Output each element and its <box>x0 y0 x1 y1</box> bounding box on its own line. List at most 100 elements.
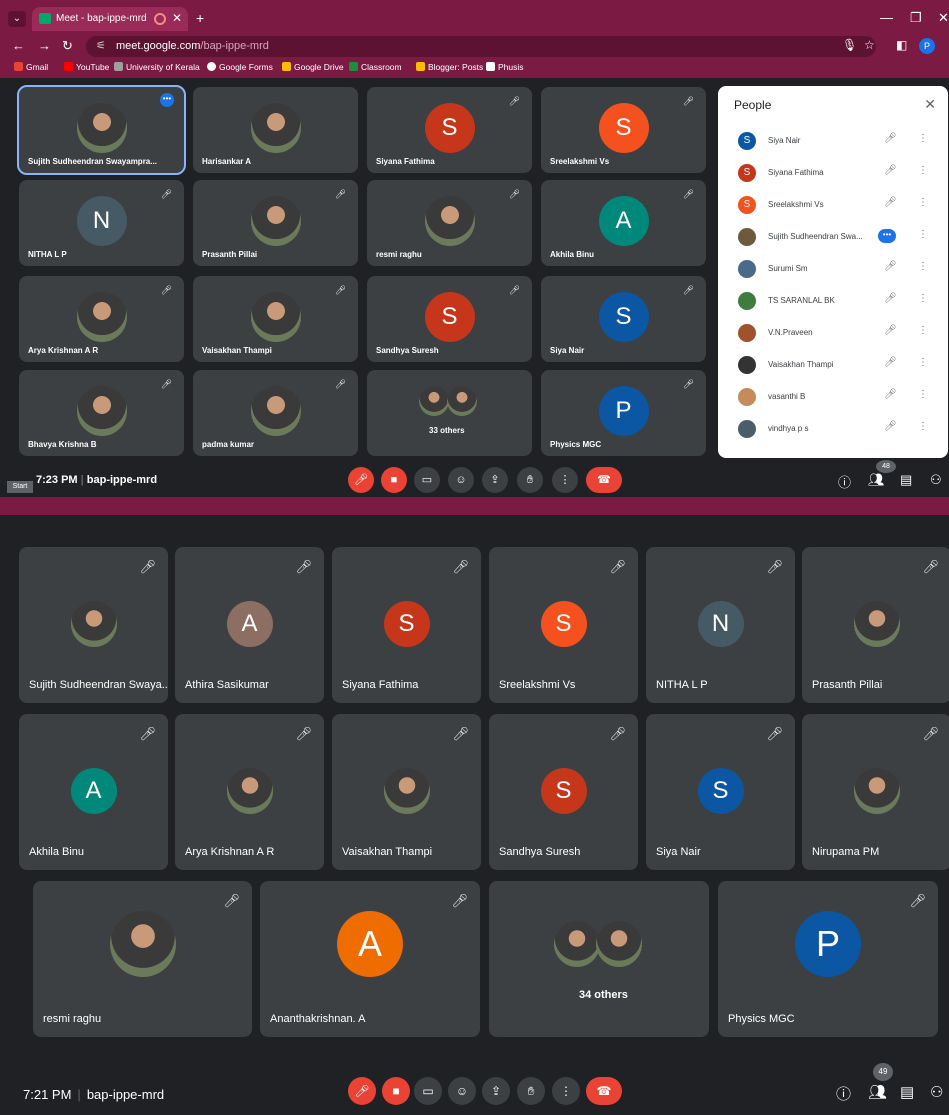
participant-tile-arya-krishnan-a-r[interactable]: Arya Krishnan A R 🎤︎ <box>175 714 324 870</box>
participant-tile-resmi-raghu[interactable]: resmi raghu 🎤︎ <box>367 180 532 266</box>
participant-tile-nitha-l-p[interactable]: N NITHA L P 🎤︎ <box>646 547 795 703</box>
participant-tile-nirupama-pm[interactable]: Nirupama PM 🎤︎ <box>802 714 949 870</box>
raise-hand-icon[interactable]: ✋︎ <box>517 1077 545 1105</box>
more-vert-icon[interactable]: ⋮ <box>918 421 928 432</box>
participant-tile-siyana-fathima[interactable]: S Siyana Fathima 🎤︎ <box>332 547 481 703</box>
more-vert-icon[interactable]: ⋮ <box>918 325 928 336</box>
window-close-icon[interactable]: ✕ <box>938 10 949 26</box>
participant-tile-arya-krishnan-a-r[interactable]: Arya Krishnan A R 🎤︎ <box>19 276 184 362</box>
more-vert-icon[interactable]: ⋮ <box>918 389 928 400</box>
present-icon[interactable]: ⇪ <box>482 467 508 493</box>
activities-icon[interactable]: ⚇ <box>930 1083 943 1101</box>
people-list-item[interactable]: vindhya p s 🎤︎ ⋮ <box>718 414 948 444</box>
bookmark-forms[interactable]: Google Forms <box>207 62 273 72</box>
more-vert-icon[interactable]: ⋮ <box>918 133 928 144</box>
bookmark-classroom[interactable]: Classroom <box>349 62 402 72</box>
more-vert-icon[interactable]: ⋮ <box>918 165 928 176</box>
more-vert-icon[interactable]: ⋮ <box>918 229 928 240</box>
more-options-icon[interactable]: ⋮ <box>552 1077 580 1105</box>
present-icon[interactable]: ⇪ <box>482 1077 510 1105</box>
people-list-item[interactable]: TS SARANLAL BK 🎤︎ ⋮ <box>718 286 948 316</box>
more-options-icon[interactable]: ⋮ <box>552 467 578 493</box>
people-icon[interactable]: 👥︎ <box>868 1083 887 1101</box>
address-bar[interactable]: ⚟ meet.google.com/bap-ippe-mrd <box>86 36 876 57</box>
participant-tile-sandhya-suresh[interactable]: S Sandhya Suresh 🎤︎ <box>367 276 532 362</box>
more-vert-icon[interactable]: ⋮ <box>918 293 928 304</box>
participant-tile-prasanth-pillai[interactable]: Prasanth Pillai 🎤︎ <box>193 180 358 266</box>
back-arrow-icon[interactable]: ← <box>12 38 25 53</box>
participant-tile-34-others[interactable]: 34 others <box>489 881 709 1037</box>
mic-muted-icon[interactable]: 🎤︎ <box>884 197 897 208</box>
participant-tile-sreelakshmi-vs[interactable]: S Sreelakshmi Vs 🎤︎ <box>489 547 638 703</box>
people-list-item[interactable]: S Sreelakshmi Vs 🎤︎ ⋮ <box>718 190 948 220</box>
chat-icon[interactable]: ▤ <box>900 1083 914 1101</box>
bookmark-star-icon[interactable]: ☆ <box>864 38 875 52</box>
participant-tile-akhila-binu[interactable]: A Akhila Binu 🎤︎ <box>541 180 706 266</box>
microphone-indicator-icon[interactable]: 🎙 <box>842 38 857 52</box>
people-list-item[interactable]: S Siyana Fathima 🎤︎ ⋮ <box>718 158 948 188</box>
participant-tile-resmi-raghu[interactable]: resmi raghu 🎤︎ <box>33 881 252 1037</box>
participant-tile-athira-sasikumar[interactable]: A Athira Sasikumar 🎤︎ <box>175 547 324 703</box>
forward-arrow-icon[interactable]: → <box>38 38 51 53</box>
bookmark-university[interactable]: University of Kerala <box>114 62 200 72</box>
reload-icon[interactable]: ↻ <box>62 38 73 54</box>
chat-icon[interactable]: ▤ <box>900 472 912 488</box>
raise-hand-icon[interactable]: ✋︎ <box>517 467 543 493</box>
mic-muted-icon[interactable]: 🎤︎ <box>884 357 897 368</box>
more-vert-icon[interactable]: ⋮ <box>918 197 928 208</box>
participant-tile-physics-mgc[interactable]: P Physics MGC 🎤︎ <box>718 881 938 1037</box>
bookmark-gmail[interactable]: Gmail <box>14 62 48 72</box>
participant-tile-sujith-sudheendran-swayampra[interactable]: Sujith Sudheendran Swayampra... ••• <box>17 85 186 175</box>
people-list-item[interactable]: Sujith Sudheendran Swa... ••• ⋮ <box>718 222 948 252</box>
participant-tile-harisankar-a[interactable]: Harisankar A <box>193 87 358 173</box>
emoji-icon[interactable]: ☺ <box>448 1077 476 1105</box>
participant-tile-sujith-sudheendran-swaya[interactable]: Sujith Sudheendran Swaya... 🎤︎ <box>19 547 168 703</box>
mic-muted-icon[interactable]: 🎤︎ <box>884 133 897 144</box>
new-tab-plus-icon[interactable]: + <box>196 10 204 26</box>
mic-muted-icon[interactable]: 🎤︎ <box>884 165 897 176</box>
more-vert-icon[interactable]: ⋮ <box>918 357 928 368</box>
mic-muted-icon[interactable]: 🎤︎ <box>884 389 897 400</box>
start-button[interactable]: Start <box>7 481 33 493</box>
camera-off-icon[interactable]: ■ <box>381 467 407 493</box>
profile-avatar[interactable]: P <box>919 38 935 54</box>
restore-icon[interactable]: ❐ <box>910 10 922 26</box>
close-panel-icon[interactable]: ✕ <box>924 96 936 113</box>
mic-muted-icon[interactable]: 🎤︎ <box>884 261 897 272</box>
info-icon[interactable]: ⓘ <box>836 1083 851 1104</box>
participant-tile-nitha-l-p[interactable]: N NITHA L P 🎤︎ <box>19 180 184 266</box>
participant-tile-sandhya-suresh[interactable]: S Sandhya Suresh 🎤︎ <box>489 714 638 870</box>
participant-tile-vaisakhan-thampi[interactable]: Vaisakhan Thampi 🎤︎ <box>332 714 481 870</box>
participant-tile-vaisakhan-thampi[interactable]: Vaisakhan Thampi 🎤︎ <box>193 276 358 362</box>
mic-muted-icon[interactable]: 🎤︎ <box>884 293 897 304</box>
bookmark-youtube[interactable]: YouTube <box>64 62 109 72</box>
hang-up-icon[interactable]: ☎︎ <box>586 467 622 493</box>
bookmark-blogger[interactable]: Blogger: Posts <box>416 62 483 72</box>
people-icon[interactable]: 👥︎ <box>868 472 885 488</box>
participant-tile-akhila-binu[interactable]: A Akhila Binu 🎤︎ <box>19 714 168 870</box>
people-list-item[interactable]: S Siya Nair 🎤︎ ⋮ <box>718 126 948 156</box>
participant-tile-ananthakrishnan-a[interactable]: A Ananthakrishnan. A 🎤︎ <box>260 881 480 1037</box>
bookmark-phusis[interactable]: Phusis <box>486 62 524 72</box>
activities-icon[interactable]: ⚇ <box>930 472 942 488</box>
captions-icon[interactable]: ▭ <box>414 1077 442 1105</box>
people-list-item[interactable]: Vaisakhan Thampi 🎤︎ ⋮ <box>718 350 948 380</box>
participant-tile-physics-mgc[interactable]: P Physics MGC 🎤︎ <box>541 370 706 456</box>
people-list-item[interactable]: V.N.Praveen 🎤︎ ⋮ <box>718 318 948 348</box>
participant-tile-siyana-fathima[interactable]: S Siyana Fathima 🎤︎ <box>367 87 532 173</box>
more-vert-icon[interactable]: ⋮ <box>918 261 928 272</box>
tab-search-chevron-icon[interactable]: ⌄ <box>8 11 26 27</box>
hang-up-icon[interactable]: ☎︎ <box>586 1077 622 1105</box>
participant-tile-prasanth-pillai[interactable]: Prasanth Pillai 🎤︎ <box>802 547 949 703</box>
participant-tile-siya-nair[interactable]: S Siya Nair 🎤︎ <box>646 714 795 870</box>
mic-muted-icon[interactable]: 🎤︎ <box>884 325 897 336</box>
mic-off-icon[interactable]: 🎤︎ <box>348 1077 376 1105</box>
participant-tile-padma-kumar[interactable]: padma kumar 🎤︎ <box>193 370 358 456</box>
participant-tile-33-others[interactable]: 33 others <box>367 370 532 456</box>
bookmark-drive[interactable]: Google Drive <box>282 62 344 72</box>
minimize-icon[interactable]: — <box>880 10 893 25</box>
tab-close-icon[interactable]: ✕ <box>172 11 182 25</box>
site-settings-icon[interactable]: ⚟ <box>96 39 106 52</box>
participant-tile-sreelakshmi-vs[interactable]: S Sreelakshmi Vs 🎤︎ <box>541 87 706 173</box>
people-list-item[interactable]: Surumi Sm 🎤︎ ⋮ <box>718 254 948 284</box>
